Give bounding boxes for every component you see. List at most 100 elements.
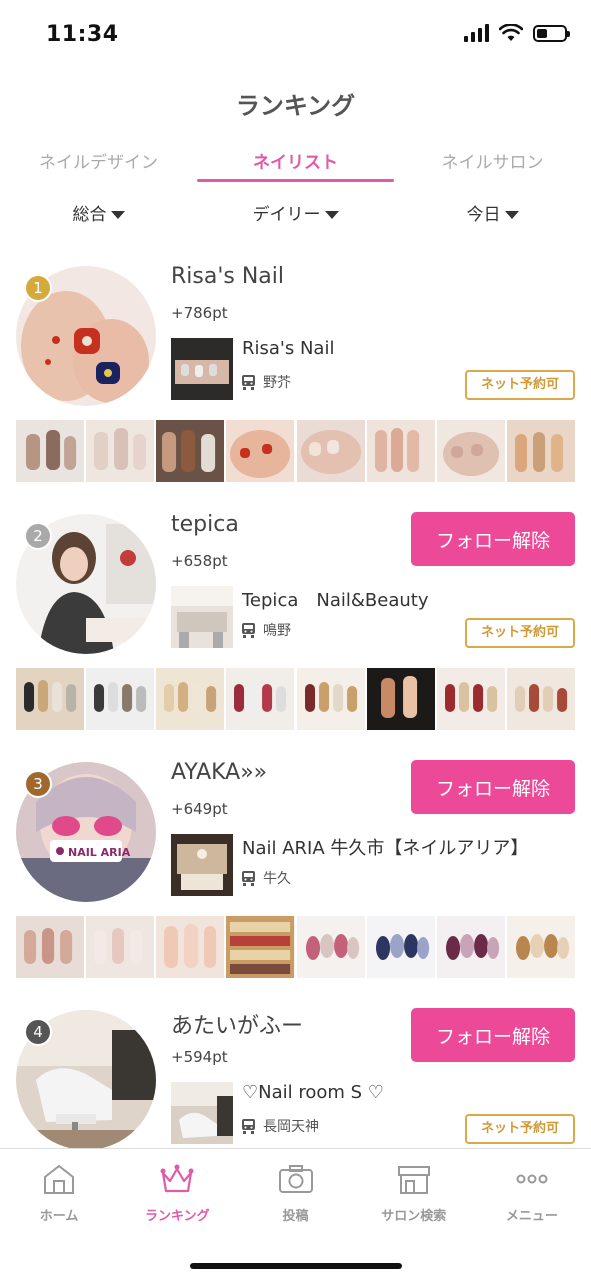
design-photo[interactable] xyxy=(226,668,295,730)
svg-text:NAIL ARIA: NAIL ARIA xyxy=(68,846,131,859)
camera-icon xyxy=(278,1165,313,1193)
caret-down-icon xyxy=(110,211,125,219)
design-photo[interactable] xyxy=(226,916,295,978)
tab-label: メニュー xyxy=(505,1209,558,1224)
tab-label: 投稿 xyxy=(282,1209,309,1224)
net-reservation-badge: ネット予約可 xyxy=(465,370,575,400)
rank-badge: 1 xyxy=(24,274,52,302)
bottom-tab-bar: ホーム ランキング 投稿 サロン検索 メニュー xyxy=(0,1148,591,1280)
filter-overall-dropdown[interactable]: 総合 xyxy=(0,200,197,230)
design-photo[interactable] xyxy=(156,668,225,730)
ranking-list[interactable]: 1 Risa's Nail +786pt Risa's Nail 野芥 ネット予… xyxy=(0,258,591,1148)
design-photo[interactable] xyxy=(296,668,365,730)
nailist-name[interactable]: tepica xyxy=(171,512,239,537)
design-photo[interactable] xyxy=(506,668,575,730)
design-photo[interactable] xyxy=(86,916,155,978)
rank-badge: 4 xyxy=(24,1018,52,1046)
home-icon xyxy=(44,1164,75,1194)
design-photo[interactable] xyxy=(506,916,575,978)
design-gallery xyxy=(16,668,575,730)
salon-station: 鳴野 xyxy=(242,620,291,640)
salon-thumbnail[interactable] xyxy=(171,338,233,400)
tab-ranking[interactable]: ランキング xyxy=(118,1163,236,1237)
design-photo[interactable] xyxy=(16,668,85,730)
nailist-name[interactable]: Risa's Nail xyxy=(171,264,284,289)
tab-label: ホーム xyxy=(39,1209,79,1224)
salon-thumbnail[interactable] xyxy=(171,586,233,648)
tab-nail-salon[interactable]: ネイルサロン xyxy=(394,140,591,182)
tab-home[interactable]: ホーム xyxy=(0,1163,118,1237)
salon-thumbnail[interactable] xyxy=(171,834,233,896)
salon-thumbnail[interactable] xyxy=(171,1082,233,1144)
tab-post[interactable]: 投稿 xyxy=(236,1163,354,1237)
design-photo[interactable] xyxy=(16,916,85,978)
filter-label: 総合 xyxy=(72,205,107,225)
design-photo[interactable] xyxy=(296,420,365,482)
wifi-icon xyxy=(499,24,523,41)
crown-icon xyxy=(160,1164,194,1193)
tab-nailist[interactable]: ネイリスト xyxy=(197,140,394,182)
ranking-item[interactable]: 3 NAIL ARIA AYAKA»» +649pt フォロー解除 Nail A… xyxy=(0,754,591,1002)
unfollow-button[interactable]: フォロー解除 xyxy=(411,760,575,814)
caret-down-icon xyxy=(504,211,519,219)
status-icons xyxy=(464,24,570,42)
net-reservation-badge: ネット予約可 xyxy=(465,618,575,648)
filter-label: 今日 xyxy=(466,205,501,225)
tab-label: ランキング xyxy=(144,1209,210,1224)
tab-label: サロン検索 xyxy=(381,1209,447,1224)
design-photo[interactable] xyxy=(366,668,435,730)
salon-name[interactable]: ♡Nail room S ♡ xyxy=(242,1082,384,1103)
filter-label: デイリー xyxy=(252,205,321,225)
unfollow-button[interactable]: フォロー解除 xyxy=(411,1008,575,1062)
filter-bar: 総合 デイリー 今日 xyxy=(0,200,591,230)
design-photo[interactable] xyxy=(226,420,295,482)
design-photo[interactable] xyxy=(366,916,435,978)
ranking-points: +658pt xyxy=(171,552,228,570)
station-name: 長岡天神 xyxy=(263,1119,319,1135)
train-icon xyxy=(242,1118,255,1134)
category-tabs: ネイルデザイン ネイリスト ネイルサロン xyxy=(0,140,591,182)
design-photo[interactable] xyxy=(156,916,225,978)
design-photo[interactable] xyxy=(16,420,85,482)
tab-nail-design[interactable]: ネイルデザイン xyxy=(0,140,197,182)
tab-salon-search[interactable]: サロン検索 xyxy=(355,1163,473,1237)
signal-icon xyxy=(464,24,489,42)
train-icon xyxy=(242,374,255,390)
salon-name[interactable]: Tepica Nail&Beauty xyxy=(242,586,428,612)
ranking-item[interactable]: 2 tepica +658pt フォロー解除 Tepica Nail&Beaut… xyxy=(0,506,591,754)
salon-station: 牛久 xyxy=(242,868,291,888)
ranking-item[interactable]: 1 Risa's Nail +786pt Risa's Nail 野芥 ネット予… xyxy=(0,258,591,506)
salon-name[interactable]: Nail ARIA 牛久市【ネイルアリア】 xyxy=(242,834,528,860)
ranking-points: +594pt xyxy=(171,1048,228,1066)
design-photo[interactable] xyxy=(366,420,435,482)
caret-down-icon xyxy=(324,211,339,219)
design-photo[interactable] xyxy=(86,420,155,482)
nailist-name[interactable]: あたいがふー xyxy=(171,1008,303,1040)
tab-menu[interactable]: メニュー xyxy=(473,1163,591,1237)
filter-period-dropdown[interactable]: デイリー xyxy=(197,200,394,230)
design-photo[interactable] xyxy=(156,420,225,482)
train-icon xyxy=(242,622,255,638)
home-indicator xyxy=(190,1263,402,1269)
design-photo[interactable] xyxy=(436,916,505,978)
design-photo[interactable] xyxy=(506,420,575,482)
design-photo[interactable] xyxy=(296,916,365,978)
salon-name[interactable]: Risa's Nail xyxy=(242,338,334,359)
station-name: 牛久 xyxy=(263,871,291,887)
design-photo[interactable] xyxy=(436,420,505,482)
more-icon xyxy=(516,1174,548,1184)
ranking-points: +649pt xyxy=(171,800,228,818)
design-gallery xyxy=(16,916,575,978)
filter-day-dropdown[interactable]: 今日 xyxy=(394,200,591,230)
salon-station: 野芥 xyxy=(242,372,291,392)
unfollow-button[interactable]: フォロー解除 xyxy=(411,512,575,566)
design-photo[interactable] xyxy=(86,668,155,730)
shop-icon xyxy=(397,1166,430,1194)
page-title: ランキング xyxy=(235,92,356,120)
ranking-points: +786pt xyxy=(171,304,228,322)
design-photo[interactable] xyxy=(436,668,505,730)
design-gallery xyxy=(16,420,575,482)
rank-badge: 3 xyxy=(24,770,52,798)
nailist-name[interactable]: AYAKA»» xyxy=(171,760,267,785)
ranking-item[interactable]: 4 あたいがふー +594pt フォロー解除 ♡Nail room S ♡ 長岡… xyxy=(0,1002,591,1148)
